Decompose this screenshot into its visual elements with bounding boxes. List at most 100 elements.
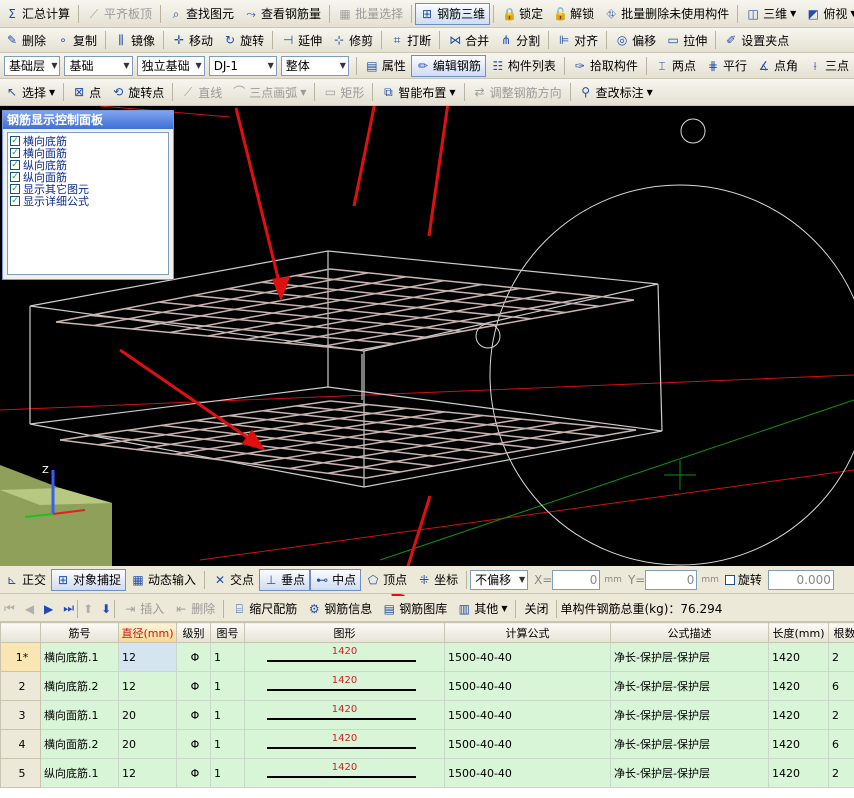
first-record-icon[interactable]: ⏮ — [4, 601, 15, 616]
column-header[interactable]: 级别 — [176, 622, 211, 643]
rect-button[interactable]: ▭ 矩形 — [318, 81, 369, 103]
move-down-icon[interactable]: ⬇ — [101, 602, 111, 616]
arc-button[interactable]: ⌒ 三点画弧 ▼ — [227, 81, 311, 103]
cell-count[interactable]: 2 — [828, 642, 854, 672]
type-select[interactable]: 独立基础 ▼ — [136, 55, 205, 76]
adjust-direction-button[interactable]: ⇄ 调整钢筋方向 — [468, 81, 567, 103]
table-row[interactable]: 1* 横向底筋.1 12 Φ 1 1420 1500-40-40 净长-保护层-保护层 1420… — [0, 642, 854, 672]
break-button[interactable]: ⌗ 打断 — [385, 29, 436, 51]
cell-length[interactable]: 1420 — [768, 729, 829, 759]
set-clamp-button[interactable]: ✐ 设置夹点 — [719, 29, 794, 51]
cell-idx[interactable]: 4 — [0, 729, 41, 759]
intersection-button[interactable]: ✕ 交点 — [208, 569, 259, 591]
delete-button[interactable]: ✎ 删除 — [0, 29, 51, 51]
column-header[interactable]: 筋号 — [40, 622, 119, 643]
cell-grade[interactable]: Φ — [176, 642, 211, 672]
cell-length[interactable]: 1420 — [768, 671, 829, 701]
change-label-button[interactable]: ⚲ 查改标注 ▼ — [574, 81, 658, 103]
batch-delete-button[interactable]: ⛗ 批量删除未使用构件 — [599, 3, 734, 25]
top-view-button[interactable]: ◩ 俯视▼ — [801, 3, 854, 25]
element-select[interactable]: DJ-1 ▼ — [208, 55, 277, 76]
cell-formula[interactable]: 1500-40-40 — [444, 642, 611, 672]
parallel-button[interactable]: ⋕ 平行 — [701, 55, 752, 77]
rotate-checkbox[interactable]: ✓ — [724, 574, 735, 585]
cell-idx[interactable]: 3 — [0, 700, 41, 730]
checkbox[interactable]: ✓ — [10, 172, 20, 182]
next-record-icon[interactable]: ▶ — [44, 602, 53, 616]
lock-button[interactable]: 🔒 锁定 — [497, 3, 548, 25]
rebar-info-button[interactable]: ⚙ 钢筋信息 — [302, 598, 377, 620]
cell-name[interactable]: 横向面筋.2 — [40, 729, 119, 759]
point-button[interactable]: ⊠ 点 — [67, 81, 106, 103]
cell-formula[interactable]: 1500-40-40 — [444, 758, 611, 788]
cell-fig[interactable]: 1 — [210, 758, 245, 788]
column-header[interactable]: 公式描述 — [610, 622, 769, 643]
column-header[interactable] — [0, 622, 41, 643]
cell-length[interactable]: 1420 — [768, 700, 829, 730]
view-rebar-button[interactable]: ⤳ 查看钢筋量 — [239, 3, 326, 25]
cell-name[interactable]: 横向面筋.1 — [40, 700, 119, 730]
checkbox[interactable]: ✓ — [10, 184, 20, 194]
cell-length[interactable]: 1420 — [768, 642, 829, 672]
column-header[interactable]: 图号 — [210, 622, 245, 643]
component-list-button[interactable]: ☷ 构件列表 — [486, 55, 561, 77]
merge-button[interactable]: ⋈ 合并 — [443, 29, 494, 51]
rebar-library-button[interactable]: ▤ 钢筋图库 — [377, 598, 452, 620]
column-header[interactable]: 长度(mm) — [768, 622, 829, 643]
align-button[interactable]: ⊫ 对齐 — [552, 29, 603, 51]
sigma-button[interactable]: Σ 汇总计算 — [0, 3, 75, 25]
cell-dia[interactable]: 12 — [118, 642, 177, 672]
cell-desc[interactable]: 净长-保护层-保护层 — [610, 729, 769, 759]
prev-record-icon[interactable]: ◀ — [25, 602, 34, 616]
cell-formula[interactable]: 1500-40-40 — [444, 700, 611, 730]
line-button[interactable]: ⟋ 直线 — [176, 81, 227, 103]
offset-button[interactable]: ◎ 偏移 — [610, 29, 661, 51]
rotate-input[interactable]: 0.000 — [767, 569, 834, 590]
move-button[interactable]: ✛ 移动 — [167, 29, 218, 51]
stretch-button[interactable]: ▭ 拉伸 — [661, 29, 712, 51]
table-row[interactable]: 4 横向面筋.2 20 Φ 1 1420 1500-40-40 净长-保护层-保护层 1420 6 — [0, 729, 854, 759]
vertex-button[interactable]: ⬠ 顶点 — [361, 569, 412, 591]
cell-fig[interactable]: 1 — [210, 642, 245, 672]
cell-formula[interactable]: 1500-40-40 — [444, 729, 611, 759]
offset-mode-select[interactable]: 不偏移 ▼ — [470, 569, 529, 590]
midpoint-button[interactable]: ⊷ 中点 — [310, 568, 362, 591]
cell-dia[interactable]: 12 — [118, 758, 177, 788]
cell-count[interactable]: 6 — [828, 729, 854, 759]
x-input[interactable]: 0 — [552, 569, 601, 590]
two-point-button[interactable]: ⌶ 两点 — [650, 55, 701, 77]
cell-shape[interactable]: 1420 — [244, 642, 445, 672]
cell-idx[interactable]: 1* — [0, 642, 41, 672]
checkbox[interactable]: ✓ — [10, 148, 20, 158]
category-select[interactable]: 基础 ▼ — [64, 55, 133, 76]
mirror-button[interactable]: ⫼ 镜像 — [109, 29, 160, 51]
cell-desc[interactable]: 净长-保护层-保护层 — [610, 671, 769, 701]
extend-button[interactable]: ⊣ 延伸 — [276, 29, 327, 51]
cell-idx[interactable]: 2 — [0, 671, 41, 701]
rebar-3d-button[interactable]: ⊞ 钢筋三维 — [415, 2, 491, 25]
coordinate-button[interactable]: ⁜ 坐标 — [412, 569, 463, 591]
property-button[interactable]: ▤ 属性 — [360, 55, 411, 77]
cell-desc[interactable]: 净长-保护层-保护层 — [610, 758, 769, 788]
cell-count[interactable]: 2 — [828, 758, 854, 788]
checkbox[interactable]: ✓ — [10, 160, 20, 170]
three-point-button[interactable]: ⟊ 三点 — [803, 55, 854, 77]
cell-fig[interactable]: 1 — [210, 671, 245, 701]
pick-component-button[interactable]: ✑ 拾取构件 — [568, 55, 643, 77]
dynamic-input-button[interactable]: ▦ 动态输入 — [126, 569, 201, 591]
cell-grade[interactable]: Φ — [176, 729, 211, 759]
cell-desc[interactable]: 净长-保护层-保护层 — [610, 642, 769, 672]
cell-fig[interactable]: 1 — [210, 729, 245, 759]
point-angle-button[interactable]: ∡ 点角 — [752, 55, 803, 77]
table-row[interactable]: 2 横向底筋.2 12 Φ 1 1420 1500-40-40 净长-保护层-保护层 1420 6 — [0, 671, 854, 701]
smart-layout-button[interactable]: ⧉ 智能布置 ▼ — [376, 81, 460, 103]
column-header[interactable]: 根数 — [828, 622, 854, 643]
cell-grade[interactable]: Φ — [176, 700, 211, 730]
cell-dia[interactable]: 20 — [118, 729, 177, 759]
cell-formula[interactable]: 1500-40-40 — [444, 671, 611, 701]
checkbox[interactable]: ✓ — [10, 196, 20, 206]
row-delete-button[interactable]: ⇤ 删除 — [169, 598, 220, 620]
column-header[interactable]: 直径(mm) — [118, 622, 177, 643]
ortho-button[interactable]: ⊾ 正交 — [0, 569, 51, 591]
column-header[interactable]: 图形 — [244, 622, 445, 643]
